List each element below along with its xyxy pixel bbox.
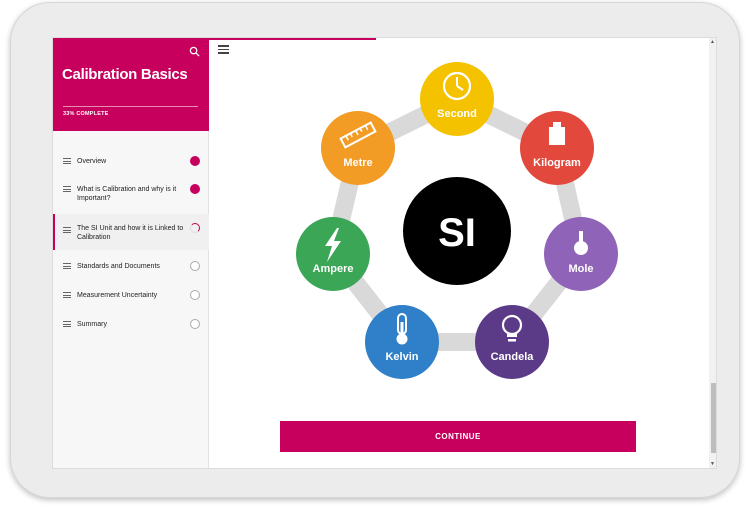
unit-second[interactable]: Second [420, 62, 494, 136]
course-title: Calibration Basics [62, 66, 188, 83]
si-units-diagram: SI Second Kilogram Mole Candela Kelvin A… [296, 62, 618, 379]
unit-label: Second [437, 108, 477, 120]
lesson-icon [63, 158, 71, 164]
progress-divider [63, 106, 198, 107]
course-progress-text: 33% COMPLETE [63, 111, 109, 117]
unit-kelvin[interactable]: Kelvin [365, 305, 439, 379]
search-icon[interactable] [189, 46, 200, 57]
tablet-frame: Calibration Basics 33% COMPLETE Overview… [10, 2, 740, 498]
scroll-up-icon[interactable]: ▲ [710, 39, 715, 45]
si-center-label: SI [438, 211, 476, 255]
scroll-down-icon[interactable]: ▼ [710, 461, 715, 467]
unit-label: Mole [568, 263, 593, 275]
unit-label: Ampere [313, 263, 354, 275]
unit-label: Kelvin [385, 351, 418, 363]
unit-label: Metre [343, 157, 372, 169]
incomplete-circle-icon [190, 319, 200, 329]
incomplete-circle-icon [190, 261, 200, 271]
complete-check-icon [190, 156, 200, 166]
sidebar-item-what-is-calibration[interactable]: What is Calibration and why is it Import… [53, 182, 209, 204]
sidebar-item-label: Standards and Documents [77, 263, 160, 270]
incomplete-circle-icon [190, 290, 200, 300]
sidebar-item-summary[interactable]: Summary [53, 317, 209, 331]
lesson-icon [63, 321, 71, 327]
sidebar-item-label: Measurement Uncertainty [77, 292, 158, 299]
in-progress-icon [190, 223, 200, 233]
unit-mole[interactable]: Mole [544, 217, 618, 291]
unit-kilogram[interactable]: Kilogram [520, 111, 594, 185]
sidebar-item-label: Overview [77, 158, 107, 165]
screen: Calibration Basics 33% COMPLETE Overview… [52, 37, 717, 469]
unit-label: Candela [491, 351, 535, 363]
sidebar-item-si-unit[interactable]: The SI Unit and how it is Linked to Cali… [53, 214, 209, 250]
sidebar-item-label: The SI Unit and how it is Linked to Cali… [77, 225, 184, 241]
scrollbar[interactable]: ▲ ▼ [709, 38, 716, 468]
sidebar-item-standards[interactable]: Standards and Documents [53, 259, 209, 273]
sidebar-item-measurement-uncertainty[interactable]: Measurement Uncertainty [53, 288, 209, 302]
lesson-icon [63, 227, 71, 233]
sidebar-item-label: What is Calibration and why is it Import… [77, 186, 177, 202]
unit-ampere[interactable]: Ampere [296, 217, 370, 291]
lesson-icon [63, 186, 71, 192]
sidebar-header: Calibration Basics 33% COMPLETE [53, 38, 209, 131]
continue-button[interactable]: CONTINUE [280, 421, 636, 452]
unit-candela[interactable]: Candela [475, 305, 549, 379]
unit-label: Kilogram [533, 157, 581, 169]
sidebar-item-overview[interactable]: Overview [53, 154, 209, 168]
complete-check-icon [190, 184, 200, 194]
lesson-icon [63, 292, 71, 298]
lesson-content: SI Second Kilogram Mole Candela Kelvin A… [209, 38, 716, 468]
course-sidebar: Calibration Basics 33% COMPLETE Overview… [53, 38, 209, 468]
scroll-thumb[interactable] [711, 383, 716, 453]
unit-metre[interactable]: Metre [321, 111, 395, 185]
sidebar-item-label: Summary [77, 321, 107, 328]
lesson-icon [63, 263, 71, 269]
